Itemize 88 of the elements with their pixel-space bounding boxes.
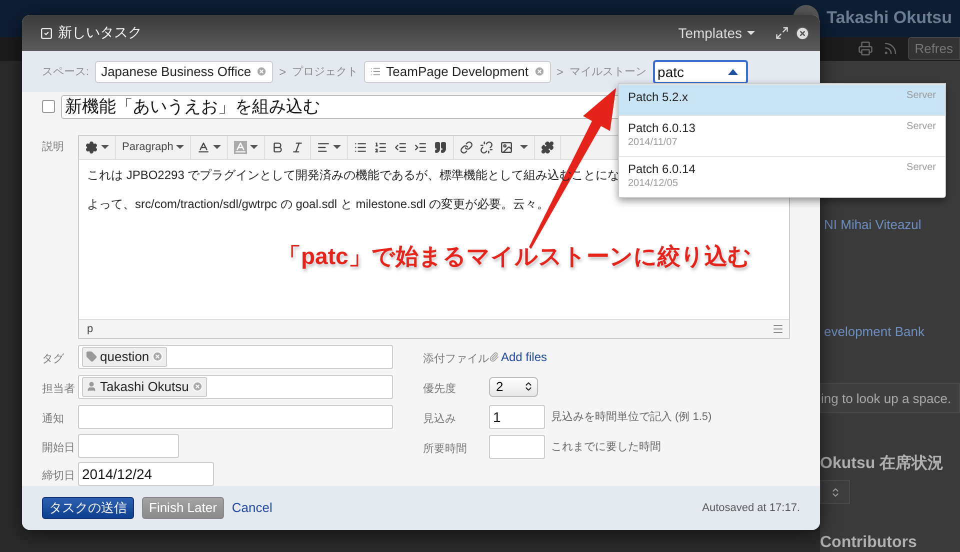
field-label: 所要時間 [422, 442, 468, 456]
space-search-field[interactable]: ing to look up a space. [820, 383, 960, 413]
number-field[interactable]: 1 [488, 404, 545, 429]
field-label: 通知 [42, 412, 65, 426]
gear-icon [85, 140, 98, 154]
milestone-date: 2014/11/07 [628, 137, 678, 148]
project-icon [370, 66, 382, 78]
section-title: Contributors [820, 534, 918, 552]
format-dropdown[interactable]: Paragraph [119, 137, 188, 158]
highlight-color-icon [234, 140, 248, 154]
priority-select[interactable]: 2 [488, 376, 538, 397]
field-label: 説明 [42, 140, 65, 155]
indent-icon [414, 140, 428, 154]
checkbox-icon [40, 26, 53, 40]
dialog-title: 新しいタスク [40, 24, 678, 42]
puzzle-icon [541, 140, 554, 154]
outdent-icon [394, 140, 408, 154]
chip: Takashi Okutsu [82, 376, 207, 397]
field-label: 開始日 [42, 441, 76, 456]
field-label: 見込み [422, 412, 457, 426]
done-checkbox[interactable] [42, 100, 55, 114]
align-left-icon [317, 140, 330, 154]
chip-input-field[interactable]: Takashi Okutsu [78, 374, 393, 399]
description-paragraph: よって、src/com/traction/sdl/gwtrpc の goal.sdl と milestone.sdl の変更が必要。云々。 [87, 196, 550, 213]
caret-icon [250, 145, 258, 150]
caret-icon [520, 145, 528, 150]
space-chip[interactable]: Japanese Business Office [95, 60, 274, 83]
numbered-list-icon [374, 140, 388, 154]
field-label: 優先度 [422, 382, 457, 396]
caret-icon [728, 68, 738, 75]
date-field[interactable] [78, 434, 179, 458]
date-field[interactable]: 2014/12/24 [78, 462, 214, 486]
milestone-group: Server [906, 162, 936, 192]
caret-icon [333, 145, 342, 150]
submit-task-button[interactable]: タスクの送信 [42, 496, 134, 519]
breadcrumb-separator: > [556, 64, 564, 79]
italic-icon [291, 140, 304, 154]
bold-icon [271, 140, 284, 154]
element-path: p [87, 322, 94, 335]
milestone-name: Patch 6.0.13 [628, 121, 696, 135]
milestone-option[interactable]: Patch 6.0.13 2014/11/07 Server [619, 115, 945, 156]
section-title: Okutsu 在席状況 [820, 453, 945, 474]
user-name[interactable]: Takashi Okutsu [826, 8, 952, 28]
hint-text: これまでに要した時間 [550, 440, 661, 454]
field-label: 担当者 [42, 382, 76, 396]
caret-icon [213, 145, 222, 150]
bullet-list-icon [354, 140, 368, 154]
project-chip[interactable]: TeamPage Development [364, 60, 551, 83]
number-field[interactable] [488, 434, 545, 459]
rss-icon[interactable] [882, 41, 898, 56]
close-icon[interactable] [795, 26, 810, 41]
breadcrumb-separator: > [279, 64, 286, 79]
unlink-icon [480, 140, 494, 154]
milestone-group: Server [906, 90, 936, 110]
templates-button[interactable]: Templates [678, 25, 755, 42]
chip: question [82, 346, 168, 367]
milestone-group: Server [906, 121, 936, 151]
input-field[interactable] [78, 404, 393, 429]
link-icon [460, 140, 474, 154]
image-icon [500, 140, 514, 154]
milestone-option[interactable]: Patch 5.2.x Server [619, 84, 945, 115]
hint-text: 見込みを時間単位で記入 (例 1.5) [550, 410, 712, 424]
caret-icon [101, 145, 109, 150]
add-files-link[interactable]: Add files [488, 350, 548, 364]
tag-icon [86, 351, 97, 362]
print-icon[interactable] [858, 41, 873, 56]
user-icon [86, 381, 97, 392]
milestone-option[interactable]: Patch 6.0.14 2014/12/05 Server [619, 156, 945, 197]
chip-input-field[interactable]: question [78, 344, 393, 369]
field-label: 締切日 [42, 468, 76, 484]
caret-icon [747, 31, 755, 36]
expand-icon[interactable] [775, 26, 789, 40]
milestone-name: Patch 6.0.14 [628, 162, 696, 176]
milestone-date: 2014/12/05 [628, 178, 680, 189]
resize-handle-icon[interactable] [772, 322, 784, 335]
cancel-link[interactable]: Cancel [232, 500, 272, 516]
space-label: スペース: [42, 65, 90, 80]
quote-icon [434, 140, 448, 154]
caret-icon [176, 145, 184, 150]
text-color-icon [197, 140, 210, 154]
field-label: タグ [42, 352, 66, 366]
paperclip-icon [488, 352, 499, 362]
field-label: 添付ファイル [422, 352, 489, 366]
project-label: プロジェクト [292, 64, 358, 80]
milestone-field[interactable]: patc [652, 60, 748, 84]
annotation-text: 「patc」で始まるマイルストーンに絞り込む [278, 242, 752, 271]
milestone-label: マイルストーン [570, 65, 647, 80]
autosave-status: Autosaved at 17:17. [702, 502, 800, 514]
